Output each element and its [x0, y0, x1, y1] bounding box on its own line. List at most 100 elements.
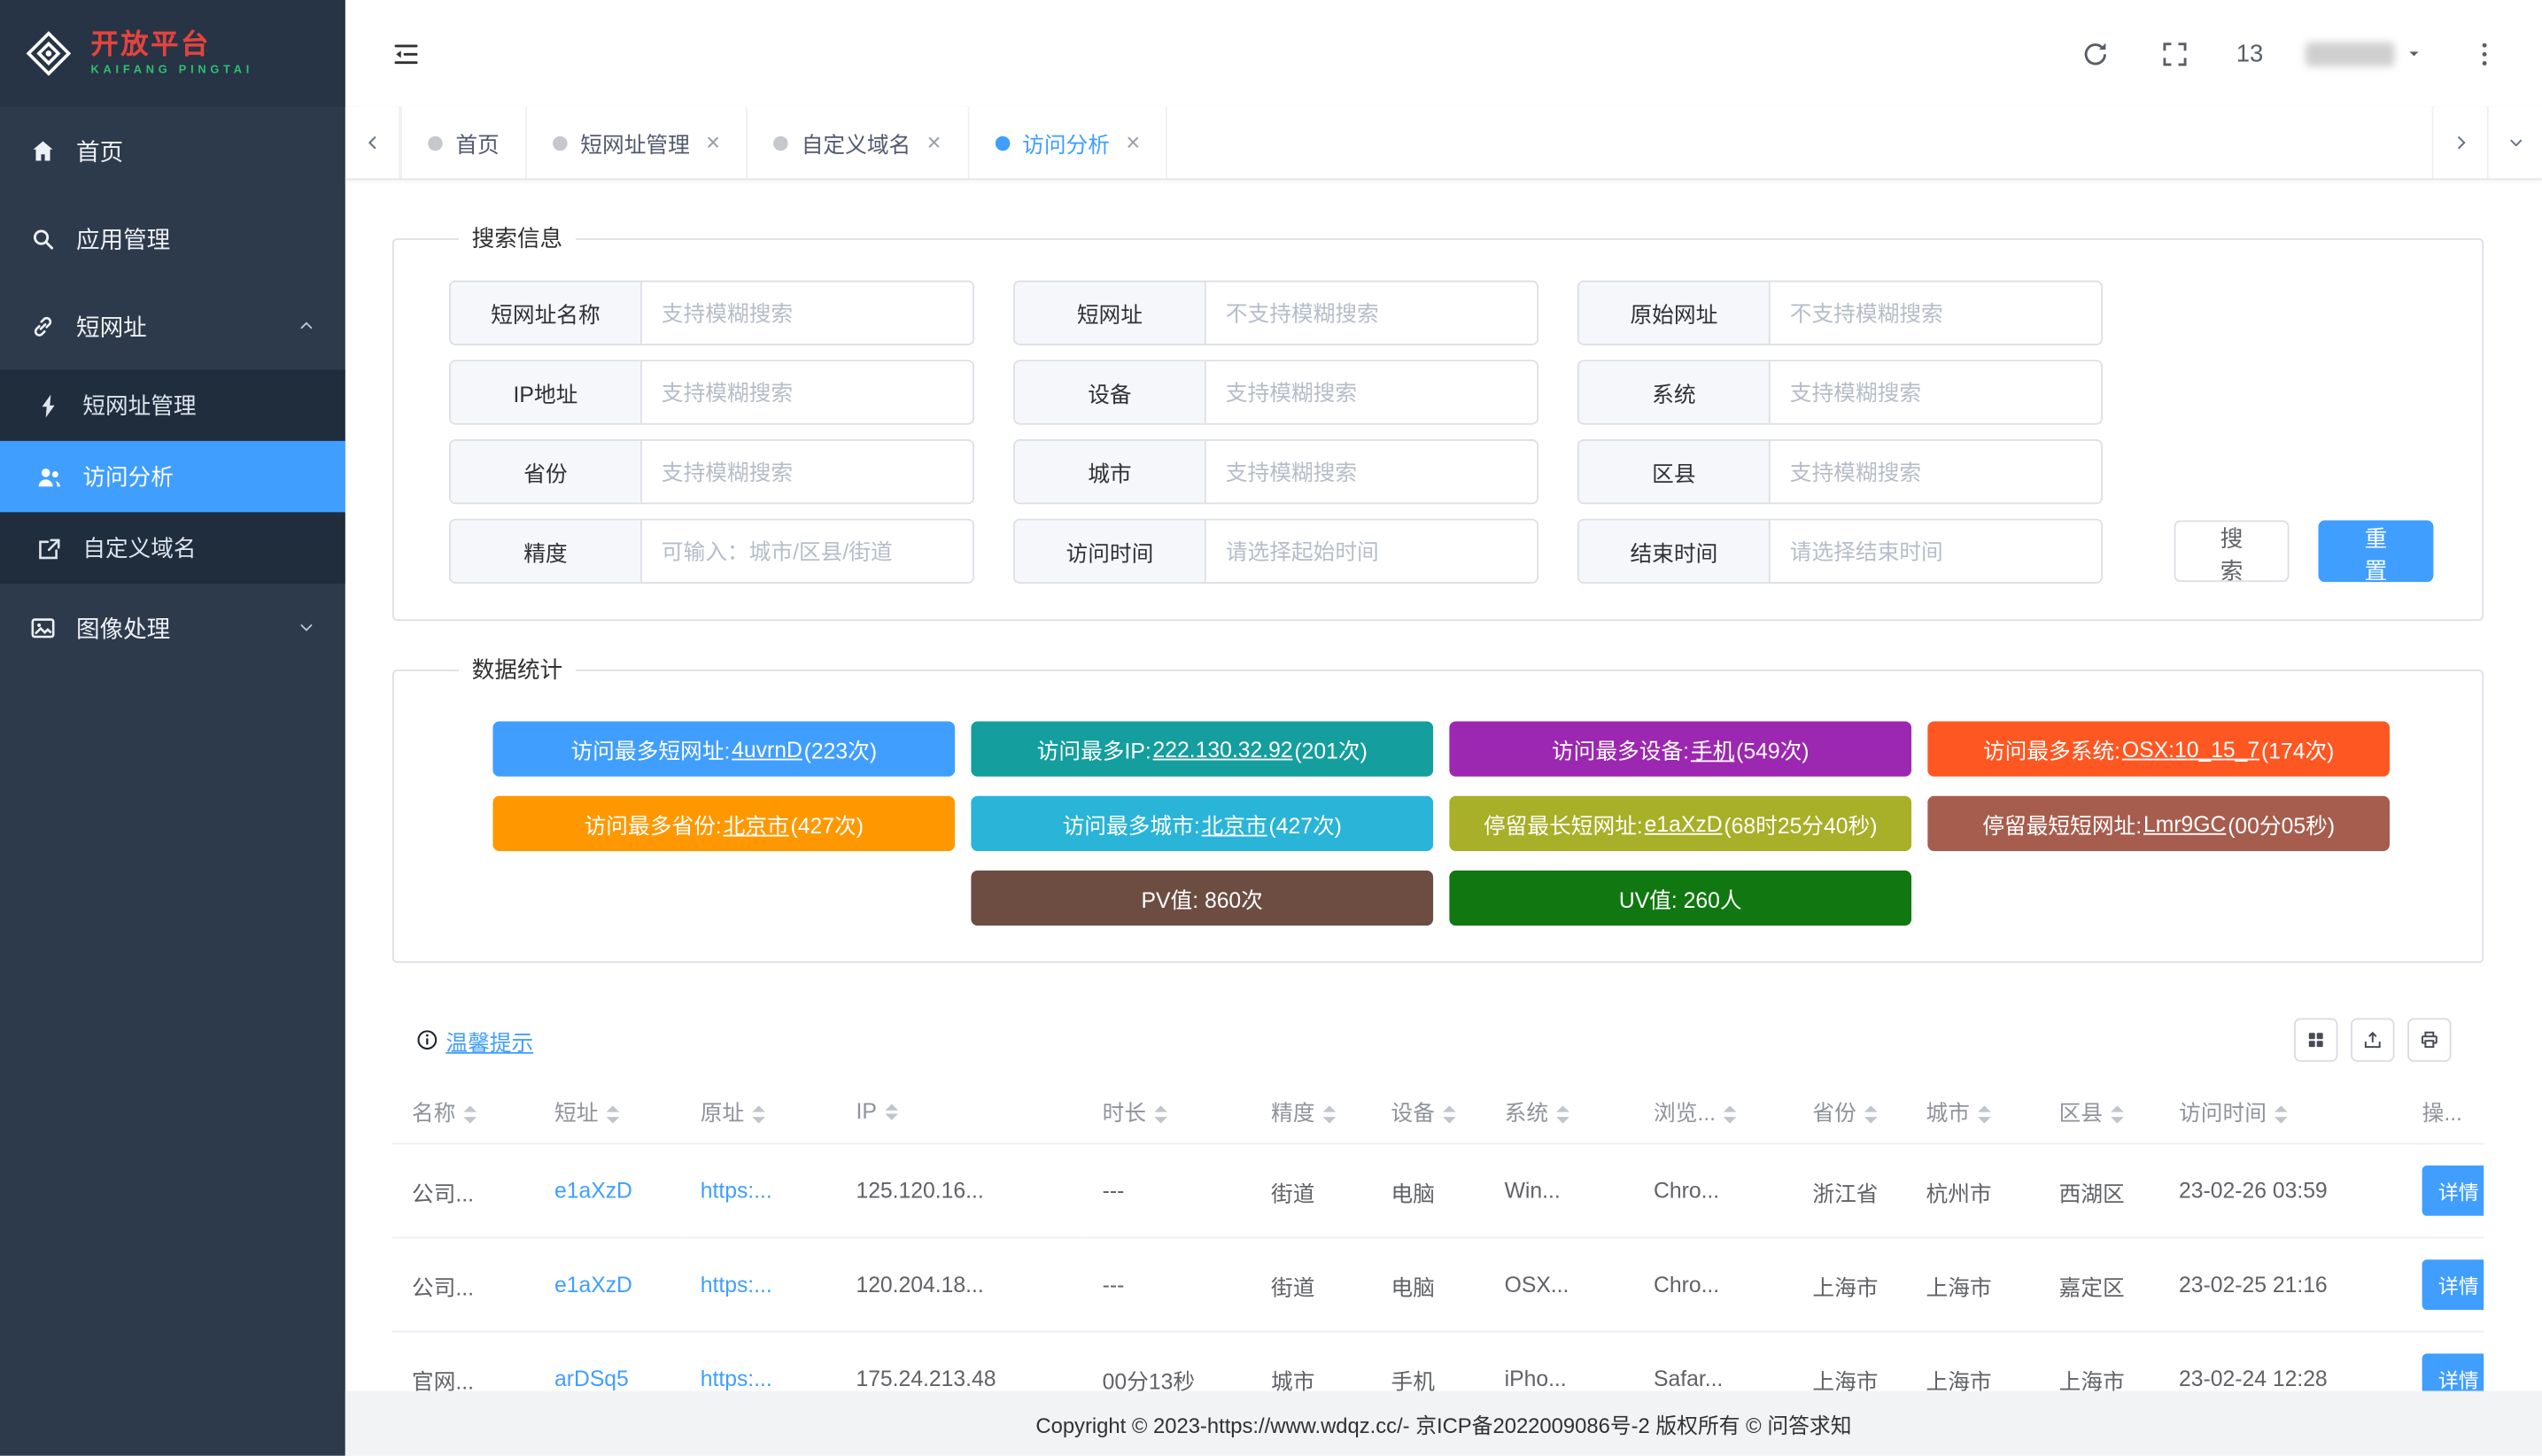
tip-link[interactable]: 温馨提示 [415, 1024, 534, 1057]
stat-pill-4[interactable]: 访问最多省份: 北京市(427次) [492, 796, 955, 851]
field-input-7[interactable] [1206, 441, 1537, 503]
sidebar-fold-button[interactable] [384, 32, 428, 75]
stat-pill-0[interactable]: 访问最多短网址: 4uvrnD(223次) [492, 722, 955, 777]
sort-icon[interactable] [2111, 1106, 2124, 1123]
field-input-9[interactable] [642, 521, 973, 583]
stat-link[interactable]: OSX:10_15_7 [2122, 737, 2259, 761]
field-input-4[interactable] [1206, 361, 1537, 423]
column-header-6[interactable]: 设备 [1372, 1078, 1485, 1143]
search-field-10: 访问时间 [1013, 519, 1538, 584]
sort-icon[interactable] [607, 1106, 620, 1123]
sidebar-item-home[interactable]: 首页 [0, 107, 345, 195]
tabs-menu-button[interactable] [2487, 107, 2542, 179]
tab-1[interactable]: 短网址管理 × [527, 107, 748, 179]
stat-pill-3[interactable]: 访问最多系统: OSX:10_15_7(174次) [1927, 722, 2390, 777]
origin-url-link[interactable]: https:... [701, 1273, 772, 1297]
sort-icon[interactable] [1443, 1106, 1456, 1123]
column-header-10[interactable]: 城市 [1907, 1078, 2040, 1143]
tab-2[interactable]: 自定义域名 × [748, 107, 968, 179]
tabs-scroll-left-button[interactable] [345, 107, 400, 179]
logo[interactable]: 开放平台 KAIFANG PINGTAI [0, 0, 345, 107]
field-input-8[interactable] [1771, 441, 2101, 503]
detail-button[interactable]: 详情 [2422, 1259, 2484, 1310]
column-header-11[interactable]: 区县 [2040, 1078, 2159, 1143]
column-header-5[interactable]: 精度 [1252, 1078, 1371, 1143]
print-button[interactable] [2407, 1018, 2451, 1061]
main-column: 13 首页 短网址管理 × 自定义域名 × 访问分析 × [345, 0, 2542, 1456]
stat-link[interactable]: 北京市 [1202, 808, 1267, 840]
sort-icon[interactable] [1154, 1106, 1167, 1123]
stat-link[interactable]: 北京市 [724, 808, 789, 840]
detail-button[interactable]: 详情 [2422, 1166, 2484, 1216]
more-menu-button[interactable] [2466, 35, 2503, 72]
stat-pill-7[interactable]: 停留最短短网址: Lmr9GC(00分05秒) [1927, 796, 2390, 851]
sidebar-item-custom-domain[interactable]: 自定义域名 [0, 512, 345, 584]
user-dropdown[interactable] [2306, 42, 2424, 66]
field-input-11[interactable] [1771, 521, 2101, 583]
search-button[interactable]: 搜 索 [2174, 521, 2290, 583]
field-label: 短网址 [1015, 282, 1206, 344]
sidebar-item-image-process[interactable]: 图像处理 [0, 584, 345, 671]
stat-link[interactable]: 手机 [1691, 732, 1734, 765]
sort-icon[interactable] [1556, 1106, 1569, 1123]
columns-button[interactable] [2294, 1018, 2337, 1061]
origin-url-link[interactable]: https:... [701, 1179, 772, 1203]
tabs-scroll-right-button[interactable] [2432, 107, 2487, 179]
column-header-4[interactable]: 时长 [1083, 1078, 1252, 1143]
short-url-link[interactable]: e1aXzD [554, 1179, 632, 1203]
column-header-2[interactable]: 原址 [681, 1078, 837, 1143]
sort-icon[interactable] [885, 1104, 898, 1120]
field-input-5[interactable] [1771, 361, 2101, 423]
column-header-3[interactable]: IP [836, 1078, 1082, 1143]
sort-icon[interactable] [1978, 1106, 1991, 1123]
stat-pill-5[interactable]: 访问最多城市: 北京市(427次) [971, 796, 1433, 851]
column-header-9[interactable]: 省份 [1793, 1078, 1906, 1143]
short-url-link[interactable]: arDSq5 [554, 1367, 629, 1390]
fullscreen-button[interactable] [2157, 35, 2194, 72]
column-header-12[interactable]: 访问时间 [2159, 1078, 2403, 1143]
field-input-3[interactable] [642, 361, 973, 423]
tab-3[interactable]: 访问分析 × [969, 107, 1168, 179]
refresh-button[interactable] [2077, 35, 2114, 72]
sort-icon[interactable] [1323, 1106, 1337, 1123]
stat-link[interactable]: Lmr9GC [2143, 811, 2226, 835]
tab-close-icon[interactable]: × [706, 130, 720, 154]
column-header-0[interactable]: 名称 [392, 1078, 535, 1143]
field-input-10[interactable] [1206, 521, 1537, 583]
reset-button[interactable]: 重 置 [2318, 521, 2433, 583]
sort-icon[interactable] [752, 1106, 765, 1123]
sort-icon[interactable] [463, 1106, 477, 1123]
origin-url-link[interactable]: https:... [701, 1367, 772, 1390]
sidebar-item-visit-analysis[interactable]: 访问分析 [0, 441, 345, 513]
field-input-1[interactable] [1206, 282, 1537, 344]
field-input-0[interactable] [642, 282, 973, 344]
field-input-6[interactable] [642, 441, 973, 503]
sidebar-item-short-url[interactable]: 短网址 [0, 282, 345, 369]
short-url-link[interactable]: e1aXzD [554, 1273, 632, 1297]
search-field-2: 原始网址 [1577, 281, 2103, 345]
stat-pill-6[interactable]: 停留最长短网址: e1aXzD(68时25分40秒) [1449, 796, 1911, 851]
field-input-2[interactable] [1771, 282, 2101, 344]
tab-label: 首页 [455, 127, 499, 159]
detail-button[interactable]: 详情 [2422, 1353, 2484, 1390]
stat-pill-2[interactable]: 访问最多设备: 手机(549次) [1449, 722, 1911, 777]
column-header-8[interactable]: 浏览... [1634, 1078, 1793, 1143]
export-button[interactable] [2351, 1018, 2394, 1061]
column-header-7[interactable]: 系统 [1485, 1078, 1634, 1143]
tab-0[interactable]: 首页 [400, 107, 527, 179]
stat-link[interactable]: 222.130.32.92 [1153, 737, 1293, 761]
stat-pill-8[interactable]: PV值: 860次 [971, 871, 1433, 925]
tab-close-icon[interactable]: × [927, 130, 942, 154]
sort-icon[interactable] [2275, 1106, 2288, 1123]
stat-pill-9[interactable]: UV值: 260人 [1449, 871, 1911, 925]
stat-link[interactable]: 4uvrnD [732, 737, 802, 761]
tab-close-icon[interactable]: × [1126, 130, 1140, 154]
stat-pill-1[interactable]: 访问最多IP: 222.130.32.92(201次) [971, 722, 1433, 777]
stat-link[interactable]: e1aXzD [1645, 811, 1723, 835]
sidebar-item-app-manage[interactable]: 应用管理 [0, 195, 345, 283]
sort-icon[interactable] [1724, 1106, 1737, 1123]
column-header-1[interactable]: 短址 [535, 1078, 681, 1143]
sort-icon[interactable] [1864, 1106, 1878, 1123]
sidebar-item-short-url-manage[interactable]: 短网址管理 [0, 369, 345, 441]
column-header-13[interactable]: 操... [2403, 1078, 2484, 1143]
